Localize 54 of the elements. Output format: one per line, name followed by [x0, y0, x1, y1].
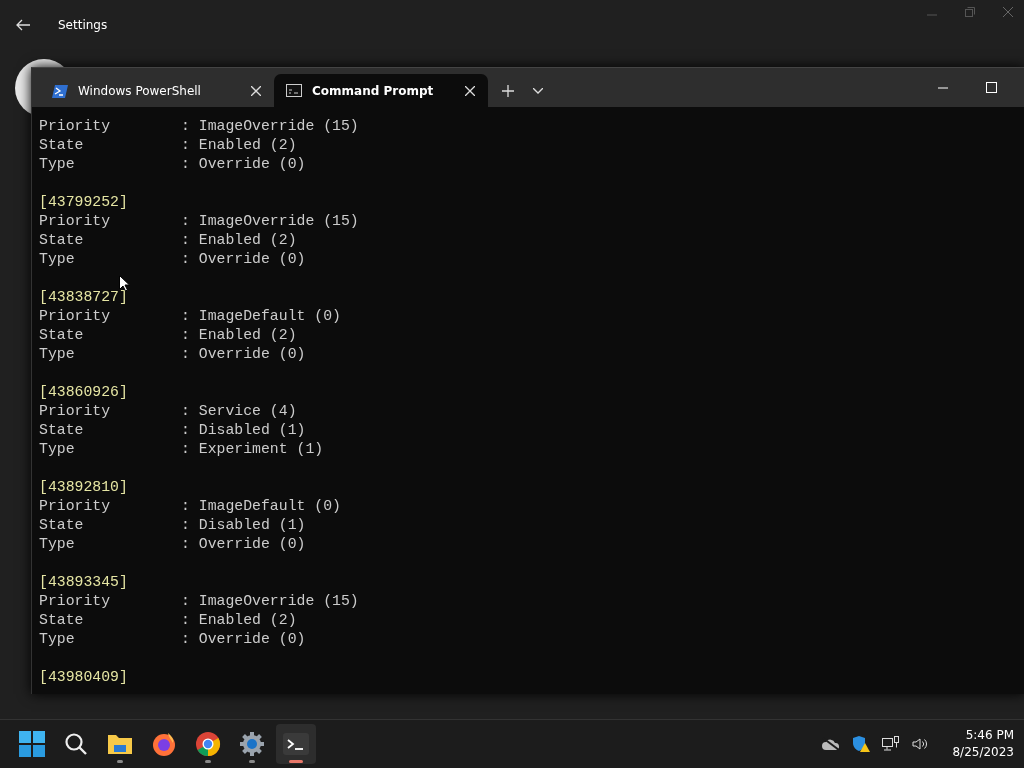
- windows-logo-icon: [19, 731, 45, 757]
- maximize-button[interactable]: [985, 81, 997, 94]
- taskbar-app-button[interactable]: [276, 724, 316, 764]
- powershell-icon: [52, 84, 68, 98]
- folder-icon: [107, 732, 133, 756]
- output-line: Type : Override (0): [39, 345, 306, 364]
- terminal-icon: [283, 733, 309, 755]
- tab-close-button[interactable]: [250, 85, 262, 97]
- output-line: Type : Override (0): [39, 535, 306, 554]
- record-id: [43892810]: [39, 478, 128, 497]
- back-arrow-icon[interactable]: [16, 19, 30, 31]
- output-line: State : Disabled (1): [39, 421, 306, 440]
- output-line: State : Enabled (2): [39, 326, 297, 345]
- network-icon[interactable]: [882, 736, 901, 752]
- window-title: Settings: [58, 18, 108, 32]
- clock-date: 8/25/2023: [952, 744, 1014, 761]
- chrome-icon: [195, 731, 221, 757]
- volume-icon[interactable]: [912, 737, 929, 751]
- firefox-icon: [151, 731, 177, 757]
- record-id: [43860926]: [39, 383, 128, 402]
- terminal-tab[interactable]: Command Prompt: [274, 74, 488, 107]
- running-indicator: [289, 760, 303, 763]
- record-id: [43799252]: [39, 193, 128, 212]
- terminal-tab[interactable]: Windows PowerShell: [40, 75, 274, 107]
- output-line: Priority : ImageOverride (15): [39, 212, 359, 231]
- search-icon: [64, 732, 88, 756]
- record-id: [43893345]: [39, 573, 128, 592]
- clock-time: 5:46 PM: [965, 727, 1014, 744]
- output-line: State : Enabled (2): [39, 136, 297, 155]
- record-id: [43980409]: [39, 668, 128, 687]
- output-line: Type : Override (0): [39, 155, 306, 174]
- output-line: Priority : ImageDefault (0): [39, 497, 341, 516]
- output-line: State : Disabled (1): [39, 516, 306, 535]
- new-tab-button[interactable]: [502, 84, 514, 97]
- tab-close-button[interactable]: [464, 84, 476, 97]
- mouse-pointer-icon: [119, 275, 130, 292]
- output-line: Type : Experiment (1): [39, 440, 324, 459]
- running-indicator: [205, 760, 211, 763]
- running-indicator: [249, 760, 255, 763]
- output-line: State : Enabled (2): [39, 231, 297, 250]
- output-line: Priority : ImageOverride (15): [39, 117, 359, 136]
- record-id: [43838727]: [39, 288, 128, 307]
- cloud-off-icon[interactable]: [822, 737, 841, 751]
- output-line: Priority : Service (4): [39, 402, 297, 421]
- close-icon[interactable]: [1002, 6, 1014, 18]
- output-line: State : Enabled (2): [39, 611, 297, 630]
- command-prompt-icon: [286, 84, 302, 97]
- gear-icon: [239, 731, 265, 757]
- running-indicator: [117, 760, 123, 763]
- output-line: Type : Override (0): [39, 630, 306, 649]
- output-line: Priority : ImageDefault (0): [39, 307, 341, 326]
- output-line: Priority : ImageOverride (15): [39, 592, 359, 611]
- shield-warning-icon[interactable]: [852, 735, 871, 753]
- output-line: Type : Override (0): [39, 250, 306, 269]
